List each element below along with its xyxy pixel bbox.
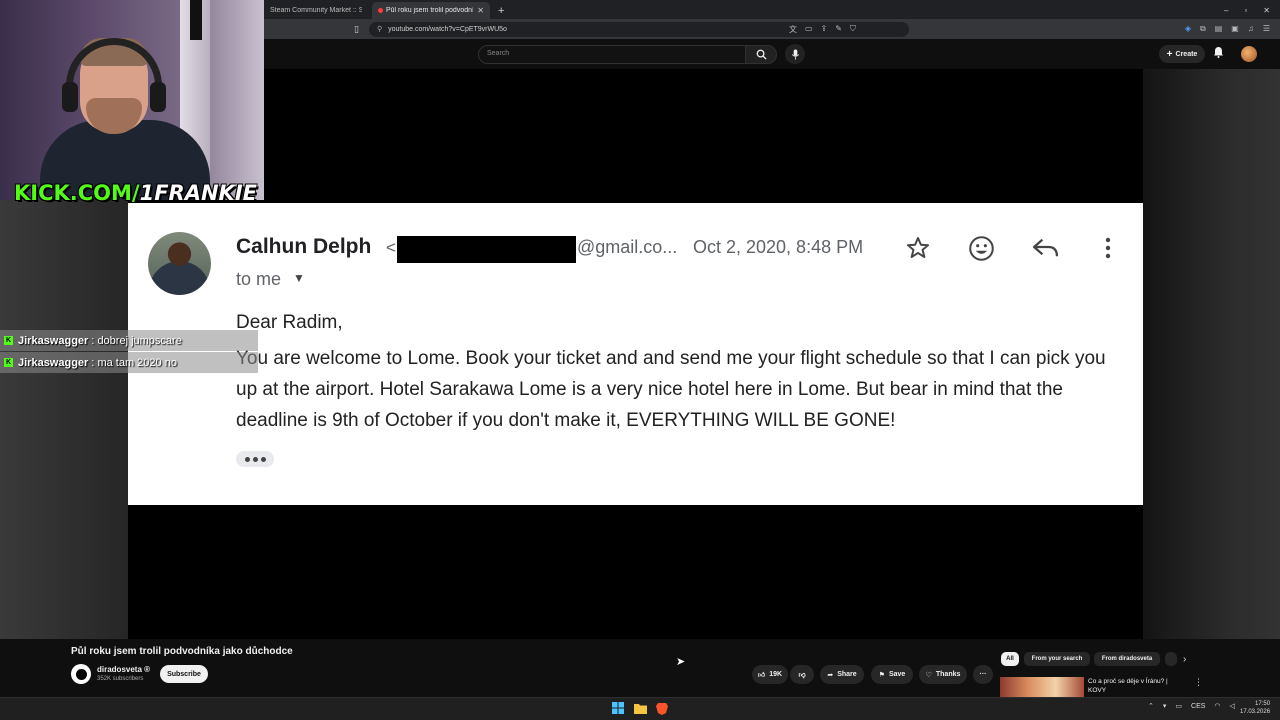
chat-username: Jirkaswagger [18,334,89,347]
search-input[interactable]: Search [478,45,746,64]
dislike-button[interactable]: 👎︎ [790,665,814,684]
wifi-icon[interactable]: ◠ [1214,702,1220,710]
bookmark-icon: ⚑ [878,671,885,679]
sender-name: Calhun Delph [236,235,372,258]
search-icon [756,49,767,60]
system-tray: ⌃ ▾ ▭ CES ◠ ◁ [1148,702,1235,711]
chip-partial[interactable] [1165,652,1177,666]
kick-badge-icon: K [4,336,13,345]
translate-icon[interactable]: 文 [789,24,797,35]
menu-icon[interactable]: ☰ [1263,24,1270,34]
account-avatar[interactable] [1241,46,1257,62]
kick-badge-icon: K [4,358,13,367]
folder-icon[interactable]: ▭ [1175,702,1182,710]
language-indicator[interactable]: CES [1191,703,1205,710]
wallet-icon[interactable]: ▣ [1231,24,1239,34]
share-arrow-icon: ➦ [827,671,834,679]
more-actions-button[interactable]: ··· [973,665,993,684]
chevron-right-icon[interactable]: › [1183,654,1186,665]
show-trimmed-content-button[interactable] [236,451,274,467]
close-tab-icon[interactable]: ✕ [477,6,484,15]
right-background-panel [1143,69,1280,639]
plus-icon: + [1166,48,1173,60]
mouse-cursor-icon: ➤ [676,656,686,668]
emoji-reaction-icon[interactable] [966,233,996,263]
cast-icon[interactable]: ▭ [805,24,813,35]
subscriber-count: 352K subscribers [97,676,144,682]
sidebar-icon[interactable]: ▤ [1215,24,1223,34]
webcam-overlay [0,0,264,200]
search-button[interactable] [745,45,777,64]
extension-icons: ◈ ⧉ ▤ ▣ ♫ ☰ [1185,24,1280,34]
chat-text: : ma tam 2020 no [91,356,177,369]
star-icon[interactable] [903,233,933,263]
more-options-icon[interactable] [1093,233,1123,263]
puzzle-icon[interactable]: ⧉ [1200,24,1206,34]
kick-channel-label: KICK.COM/1FRANKIE [14,181,257,205]
sender-avatar [148,232,211,295]
email-date: Oct 2, 2020, 8:48 PM [693,237,864,257]
voice-search-button[interactable] [785,44,805,64]
browser-tab-strip: Steam Community Market :: Showing Půl ro… [264,0,1280,19]
subscribe-button[interactable]: Subscribe [160,665,208,683]
system-clock[interactable]: 17:50 17.03.2026 [1240,700,1270,716]
recording-icon [378,8,383,13]
chip-from-your-search[interactable]: From your search [1024,652,1090,666]
recommended-video-thumbnail[interactable] [1000,677,1084,697]
like-button[interactable]: 👍︎ 19K [752,665,788,684]
url-text: youtube.com/watch?v=CpET9vrWU5o [388,25,507,33]
left-background-panel [0,200,128,640]
volume-icon[interactable]: ◁ [1230,702,1235,710]
notifications-bell-icon[interactable] [1213,46,1224,61]
tab-youtube-video[interactable]: Půl roku jsem trolil podvodník ✕ [372,2,490,19]
new-tab-button[interactable]: + [490,5,512,19]
browser-toolbar: ▯ ⚲ youtube.com/watch?v=CpET9vrWU5o 文 ▭ … [264,19,1280,39]
chat-message: K Jirkaswagger : dobrej jumpscare [0,330,258,351]
email-body: You are welcome to Lome. Book your ticke… [236,348,1106,431]
close-window-button[interactable]: ✕ [1263,6,1270,15]
window-controls: – ▫ ✕ [1214,6,1280,19]
chevron-down-icon[interactable]: ▼ [293,271,305,285]
network-icon[interactable]: ▾ [1163,702,1167,710]
music-icon[interactable]: ♫ [1248,24,1254,34]
chip-all[interactable]: All [1001,652,1019,666]
chip-from-channel[interactable]: From diradosveta [1094,652,1160,666]
windows-start-icon[interactable] [611,701,625,715]
reply-icon[interactable] [1030,233,1060,263]
channel-name[interactable]: diradosveta ® [97,665,150,674]
video-title: Půl roku jsem trolil podvodníka jako důc… [71,646,293,657]
chat-username: Jirkaswagger [18,356,89,369]
chevron-up-icon[interactable]: ⌃ [1148,702,1154,710]
super-thanks-icon: ♡ [925,671,932,679]
redacted-email-bar [397,236,576,263]
create-button[interactable]: + Create [1159,45,1205,63]
brave-browser-icon[interactable] [655,701,669,715]
tab-steam-market[interactable]: Steam Community Market :: Showing [264,2,368,19]
microphone-icon [791,48,799,60]
sender-email-open-bracket: < [386,238,396,257]
brave-shield-icon[interactable]: ⛉ [850,24,856,35]
thumbs-up-icon: 👍︎ [757,672,766,679]
save-button[interactable]: ⚑ Save [871,665,913,684]
chat-message: K Jirkaswagger : ma tam 2020 no [0,352,258,373]
channel-avatar[interactable] [71,664,91,684]
thanks-button[interactable]: ♡ Thanks [919,665,967,684]
maximize-button[interactable]: ▫ [1244,6,1247,15]
recipient-label: to me [236,269,282,289]
share-button[interactable]: ➦ Share [820,665,864,684]
minimize-button[interactable]: – [1224,6,1228,15]
chat-text: : dobrej jumpscare [91,334,182,347]
more-vert-icon[interactable]: ⋮ [1194,677,1203,688]
extension-icon[interactable]: ◈ [1185,24,1191,34]
share-icon[interactable]: ⇪ [821,24,828,35]
bookmark-icon[interactable]: ▯ [354,24,359,35]
omnibox-icons: 文 ▭ ⇪ ✎ ⛉ [789,24,856,35]
edit-icon[interactable]: ✎ [835,24,842,35]
thumbs-down-icon: 👎︎ [798,672,806,679]
site-info-icon[interactable]: ⚲ [377,25,382,33]
recommended-video-title[interactable]: Co a proč se děje v Íránu? | KOVY [1088,677,1178,695]
sender-email-domain: @gmail.co... [577,237,678,257]
file-explorer-icon[interactable] [633,701,647,715]
